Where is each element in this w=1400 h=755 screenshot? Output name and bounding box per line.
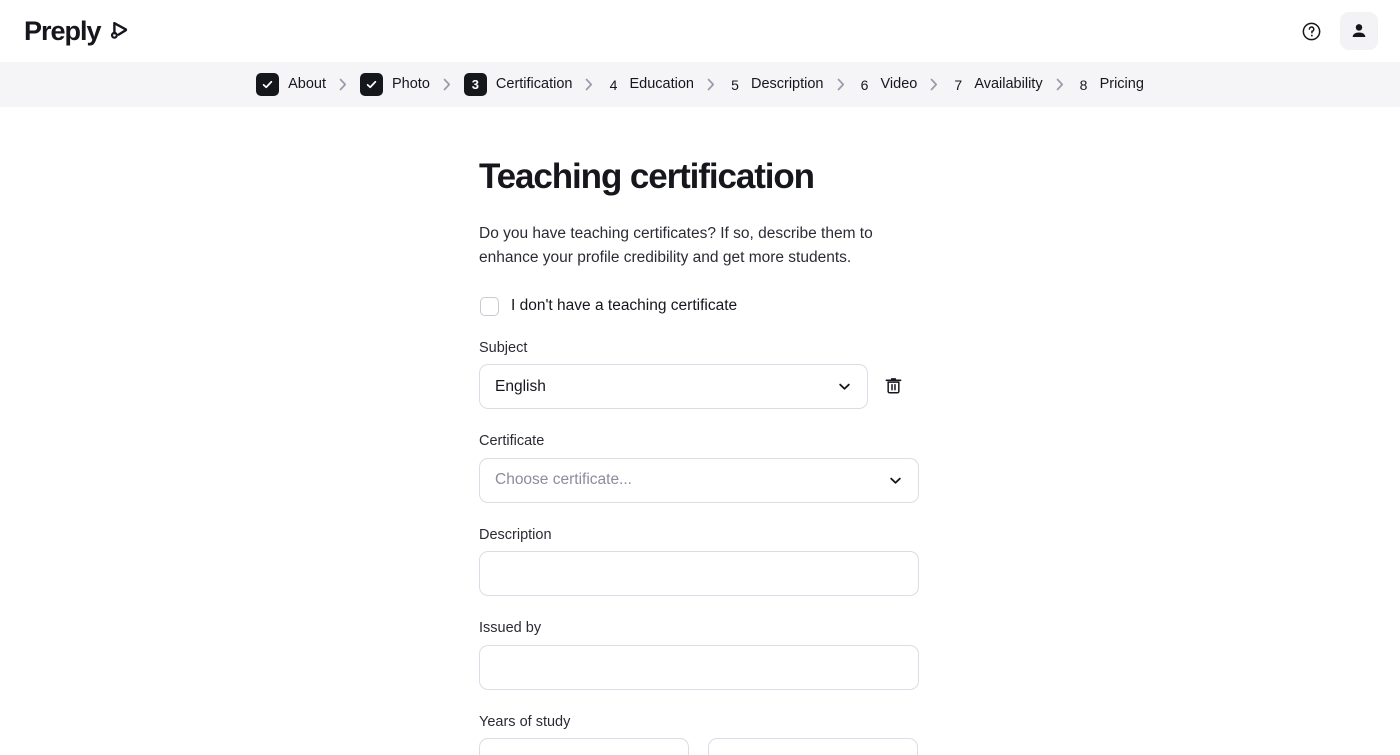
chevron-right-icon xyxy=(1056,78,1064,91)
subject-control-row: English xyxy=(479,364,919,410)
step-number-badge: 4 xyxy=(606,73,620,96)
description-label: Description xyxy=(479,526,552,543)
step-number: 3 xyxy=(471,77,480,92)
step-label: Pricing xyxy=(1099,76,1144,93)
page-title: Teaching certification xyxy=(479,157,815,196)
step-number-badge: 3 xyxy=(463,73,487,96)
years-of-study-label: Years of study xyxy=(479,713,571,730)
step-label: Education xyxy=(629,76,694,93)
step-number: 4 xyxy=(609,76,618,93)
issued-by-field: Issued by xyxy=(479,621,919,690)
chevron-down-icon xyxy=(837,379,852,394)
step-photo[interactable]: Photo xyxy=(360,73,430,96)
description-input[interactable] xyxy=(479,551,919,597)
logo-wordmark: Preply xyxy=(24,15,102,46)
step-number: 8 xyxy=(1079,76,1088,93)
issued-by-label: Issued by xyxy=(479,620,542,637)
step-availability[interactable]: 7 Availability xyxy=(951,73,1042,96)
chevron-down-icon xyxy=(888,473,903,488)
help-circle-icon[interactable] xyxy=(1292,12,1330,50)
no-certificate-checkbox-row[interactable]: I don't have a teaching certificate xyxy=(479,296,919,316)
issued-by-input[interactable] xyxy=(479,644,919,690)
preply-play-mark-icon xyxy=(107,17,133,48)
certificate-field: Certificate Choose certificate... xyxy=(479,434,919,503)
step-video[interactable]: 6 Video xyxy=(858,73,918,96)
step-label: About xyxy=(288,76,326,93)
years-of-study-row xyxy=(479,738,919,755)
trash-icon xyxy=(883,375,904,399)
steps-list: About Photo 3 Certification 4 Education … xyxy=(256,73,1144,96)
chevron-right-icon xyxy=(707,78,715,91)
step-label: Certification xyxy=(495,76,573,93)
certificate-select[interactable]: Choose certificate... xyxy=(479,457,919,503)
chevron-right-icon xyxy=(443,78,451,91)
no-certificate-checkbox[interactable] xyxy=(480,296,499,316)
years-from-input[interactable] xyxy=(479,738,689,755)
subject-field: Subject English xyxy=(479,341,919,410)
step-number-badge: 5 xyxy=(728,73,742,96)
chevron-right-icon xyxy=(930,78,938,91)
chevron-right-icon xyxy=(339,78,347,91)
user-avatar-icon[interactable] xyxy=(1340,12,1378,50)
step-pricing[interactable]: 8 Pricing xyxy=(1077,73,1144,96)
step-check-icon xyxy=(360,73,383,96)
step-label: Availability xyxy=(974,76,1043,93)
step-number-badge: 8 xyxy=(1077,73,1091,96)
no-certificate-label: I don't have a teaching certificate xyxy=(511,297,738,315)
onboarding-steps-bar: About Photo 3 Certification 4 Education … xyxy=(0,62,1400,107)
step-number-badge: 6 xyxy=(858,73,872,96)
step-label: Video xyxy=(880,76,918,93)
chevron-right-icon xyxy=(837,78,845,91)
step-education[interactable]: 4 Education xyxy=(606,73,694,96)
step-about[interactable]: About xyxy=(256,73,326,96)
step-certification[interactable]: 3 Certification xyxy=(463,73,573,96)
step-number: 5 xyxy=(731,76,739,93)
certificate-value: Choose certificate... xyxy=(495,471,632,489)
delete-subject-button[interactable] xyxy=(880,374,906,400)
subject-select[interactable]: English xyxy=(479,364,868,410)
app-header: Preply xyxy=(0,0,1400,62)
step-description[interactable]: 5 Description xyxy=(728,73,824,96)
step-number: 7 xyxy=(954,76,963,93)
step-check-icon xyxy=(256,73,280,96)
subject-label: Subject xyxy=(479,339,528,356)
chevron-right-icon xyxy=(585,78,593,91)
page-description: Do you have teaching certificates? If so… xyxy=(479,224,873,266)
step-number: 6 xyxy=(860,76,869,93)
subject-value: English xyxy=(495,377,546,395)
certificate-label: Certificate xyxy=(479,433,545,450)
main-content: Teaching certification Do you have teach… xyxy=(0,107,1400,755)
years-of-study-field: Years of study xyxy=(479,715,919,755)
step-number-badge: 7 xyxy=(951,73,965,96)
step-label: Description xyxy=(750,76,824,93)
description-field: Description xyxy=(479,528,919,597)
years-to-input[interactable] xyxy=(708,738,918,755)
header-actions xyxy=(1292,12,1378,50)
step-label: Photo xyxy=(392,76,430,93)
preply-logo[interactable]: Preply xyxy=(24,15,133,48)
certification-form: Teaching certification Do you have teach… xyxy=(479,157,919,755)
